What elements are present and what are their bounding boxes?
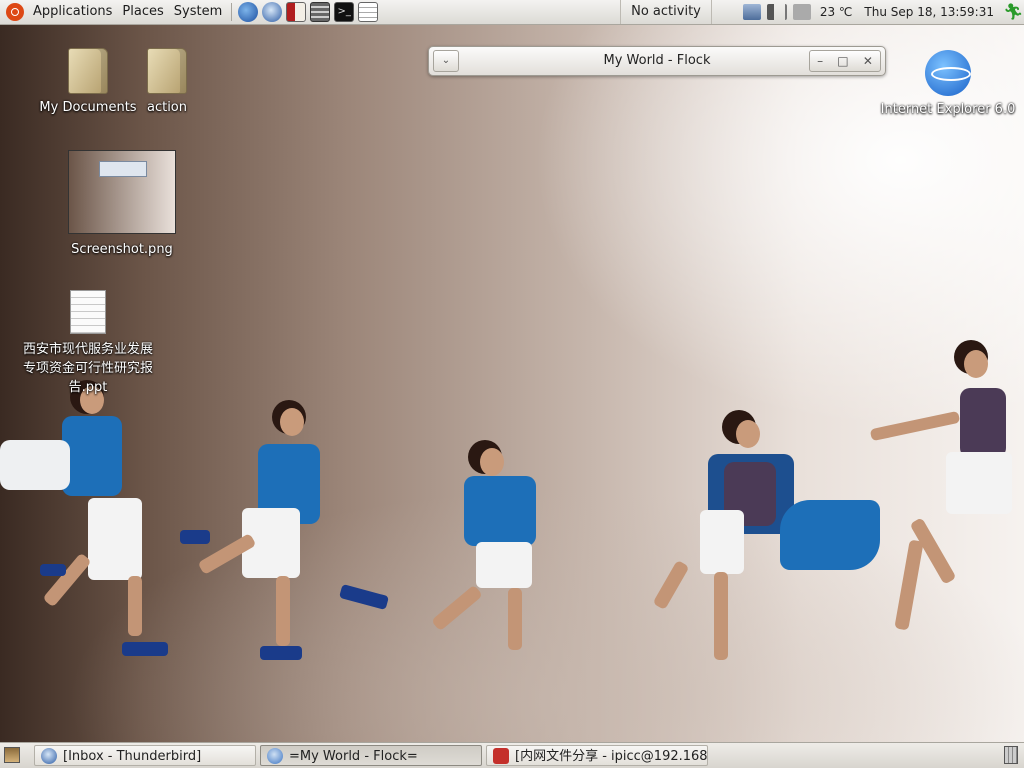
menu-system[interactable]: System	[169, 0, 227, 24]
volume-icon[interactable]	[766, 4, 787, 20]
folder-icon	[68, 48, 108, 94]
help-book-icon[interactable]	[286, 2, 307, 22]
image-thumbnail-icon	[68, 150, 176, 234]
menu-places[interactable]: Places	[117, 0, 168, 24]
desktop-icon-ie[interactable]: Internet Explorer 6.0	[880, 50, 1016, 117]
thunderbird-icon	[41, 748, 57, 764]
task-filezilla[interactable]: [内网文件分享 - ipicc@192.168....	[486, 745, 708, 766]
document-icon	[70, 290, 106, 334]
network-icon[interactable]	[742, 4, 761, 20]
ubuntu-logo-icon[interactable]	[6, 3, 24, 21]
folder-icon	[147, 48, 187, 94]
desktop-icon-label: My Documents	[39, 100, 137, 115]
task-flock[interactable]: =My World - Flock=	[260, 745, 482, 766]
desktop-icon-action[interactable]: action	[140, 48, 194, 115]
terminal-icon[interactable]: >_	[334, 2, 355, 22]
flock-window[interactable]: My World - Flock ⌄ – □ ✕	[428, 46, 886, 76]
flock-icon	[267, 748, 283, 764]
clock[interactable]: Thu Sep 18, 13:59:31	[864, 5, 994, 19]
desktop-icon-label: Screenshot.png	[71, 242, 173, 257]
window-menu-button[interactable]: ⌄	[433, 50, 459, 72]
calculator-icon[interactable]	[310, 2, 331, 22]
internet-explorer-icon	[925, 50, 971, 96]
filezilla-icon	[493, 748, 509, 764]
desktop-icon-label: 西安市现代服务业发展专项资金可行性研究报告.ppt	[22, 342, 153, 395]
task-label: [Inbox - Thunderbird]	[63, 749, 202, 764]
thunderbird-icon[interactable]	[262, 2, 283, 22]
close-button[interactable]: ✕	[863, 54, 873, 68]
window-controls: – □ ✕	[809, 50, 881, 72]
desktop-icon-my-documents[interactable]: My Documents	[36, 48, 140, 115]
trash-icon[interactable]	[1004, 746, 1018, 764]
task-label: =My World - Flock=	[289, 749, 418, 764]
task-label: [内网文件分享 - ipicc@192.168....	[515, 749, 708, 764]
temperature-readout[interactable]: 23 ℃	[820, 5, 853, 19]
show-desktop-icon[interactable]	[4, 747, 20, 763]
text-editor-icon[interactable]	[358, 2, 379, 22]
menu-applications[interactable]: Applications	[28, 0, 117, 24]
bottom-panel: [Inbox - Thunderbird] =My World - Flock=…	[0, 742, 1024, 768]
task-thunderbird[interactable]: [Inbox - Thunderbird]	[34, 745, 256, 766]
weather-icon[interactable]	[792, 4, 811, 20]
desktop-icon-ppt[interactable]: 西安市现代服务业发展专项资金可行性研究报告.ppt	[20, 290, 156, 397]
maximize-button[interactable]: □	[837, 54, 848, 68]
top-panel: Applications Places System >_ No activit…	[0, 0, 1024, 25]
activity-indicator[interactable]: No activity	[620, 0, 712, 24]
desktop-icon-label: action	[146, 100, 187, 115]
system-tray: 23 ℃ Thu Sep 18, 13:59:31 🏃︎	[740, 0, 1024, 24]
firefox-icon[interactable]	[238, 2, 259, 22]
desktop-icon-label: Internet Explorer 6.0	[880, 102, 1016, 117]
panel-separator	[231, 3, 233, 21]
running-man-icon[interactable]: 🏃︎	[1003, 4, 1023, 20]
minimize-button[interactable]: –	[817, 54, 823, 68]
desktop-icon-screenshot[interactable]: Screenshot.png	[62, 150, 182, 257]
